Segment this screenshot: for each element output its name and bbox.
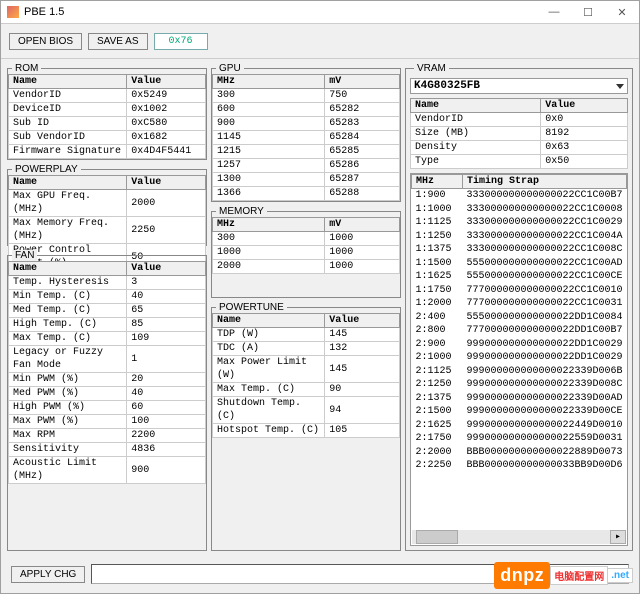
- list-item[interactable]: 1:900333000000000000022CC1C00B7: [412, 189, 627, 203]
- chevron-down-icon: [616, 84, 624, 89]
- minimize-button[interactable]: —: [537, 1, 571, 23]
- list-item[interactable]: 1:2000777000000000000022CC1C0031: [412, 297, 627, 311]
- horizontal-scrollbar[interactable]: ▸: [412, 530, 626, 544]
- timing-strap-list[interactable]: MHzTiming Strap1:900333000000000000022CC…: [410, 173, 628, 546]
- save-as-button[interactable]: SAVE AS: [88, 33, 148, 50]
- apply-button[interactable]: APPLY CHG: [11, 566, 85, 583]
- table-row[interactable]: Sensitivity4836: [9, 443, 206, 457]
- table-row[interactable]: Min PWM (%)20: [9, 373, 206, 387]
- table-row[interactable]: Sub ID0xC580: [9, 117, 206, 131]
- table-row[interactable]: Med Temp. (C)65: [9, 304, 206, 318]
- table-row[interactable]: VendorID0x5249: [9, 89, 206, 103]
- list-item[interactable]: 1:1500555000000000000022CC1C00AD: [412, 257, 627, 271]
- fan-group: FAN NameValueTemp. Hysteresis3Min Temp. …: [7, 250, 207, 551]
- table-row[interactable]: Firmware Signature0x4D4F5441: [9, 145, 206, 159]
- table-row[interactable]: Max Memory Freq. (MHz)2250: [9, 217, 206, 244]
- toolbar: OPEN BIOS SAVE AS 0x76: [1, 24, 639, 59]
- table-row[interactable]: Size (MB)8192: [411, 127, 628, 141]
- content-area: ROM NameValueVendorID0x5249DeviceID0x100…: [1, 59, 639, 555]
- table-row[interactable]: Min Temp. (C)40: [9, 290, 206, 304]
- table-row[interactable]: High Temp. (C)85: [9, 318, 206, 332]
- fan-table[interactable]: NameValueTemp. Hysteresis3Min Temp. (C)4…: [8, 261, 206, 484]
- strap-table: MHzTiming Strap1:900333000000000000022CC…: [411, 174, 627, 473]
- memory-group: MEMORY MHzmV30010001000100020001000: [211, 206, 401, 298]
- rom-table[interactable]: NameValueVendorID0x5249DeviceID0x1002Sub…: [8, 74, 206, 159]
- list-item[interactable]: 2:1375999000000000000022339D00AD: [412, 392, 627, 406]
- table-row[interactable]: Shutdown Temp. (C)94: [213, 397, 400, 424]
- powerplay-group: POWERPLAY NameValueMax GPU Freq. (MHz)20…: [7, 164, 207, 246]
- table-row[interactable]: Med PWM (%)40: [9, 387, 206, 401]
- table-row[interactable]: 136665288: [213, 187, 400, 201]
- table-row[interactable]: High PWM (%)60: [9, 401, 206, 415]
- list-item[interactable]: 2:800777000000000000022DD1C00B7: [412, 324, 627, 338]
- app-window: PBE 1.5 — ☐ ✕ OPEN BIOS SAVE AS 0x76 ROM…: [0, 0, 640, 594]
- list-item[interactable]: 2:1000999000000000000022DD1C0029: [412, 351, 627, 365]
- powertune-group: POWERTUNE NameValueTDP (W)145TDC (A)132M…: [211, 302, 401, 551]
- scroll-arrow-icon[interactable]: ▸: [610, 530, 626, 544]
- list-item[interactable]: 2:1750999000000000000022559D0031: [412, 432, 627, 446]
- gpu-group: GPU MHzmV3007506006528290065283114565284…: [211, 63, 401, 202]
- table-row[interactable]: Max Temp. (C)109: [9, 332, 206, 346]
- table-row[interactable]: 3001000: [213, 232, 400, 246]
- list-item[interactable]: 2:400555000000000000022DD1C0084: [412, 311, 627, 325]
- table-row[interactable]: Max GPU Freq. (MHz)2000: [9, 190, 206, 217]
- list-item[interactable]: 1:1000333000000000000022CC1C0008: [412, 203, 627, 217]
- table-row[interactable]: Max RPM2200: [9, 429, 206, 443]
- list-item[interactable]: 2:2250BBB000000000000033BB9D00D6: [412, 459, 627, 473]
- vram-group: VRAM K4G80325FB NameValueVendorID0x0Size…: [405, 63, 633, 551]
- open-bios-button[interactable]: OPEN BIOS: [9, 33, 82, 50]
- table-row[interactable]: 10001000: [213, 246, 400, 260]
- table-row[interactable]: 20001000: [213, 260, 400, 274]
- table-row[interactable]: 60065282: [213, 103, 400, 117]
- list-item[interactable]: 2:1125999000000000000022339D006B: [412, 365, 627, 379]
- table-row[interactable]: TDC (A)132: [213, 342, 400, 356]
- table-row[interactable]: VendorID0x0: [411, 113, 628, 127]
- list-item[interactable]: 1:1125333000000000000022CC1C0029: [412, 216, 627, 230]
- window-title: PBE 1.5: [24, 6, 64, 18]
- list-item[interactable]: 2:1250999000000000000022339D008C: [412, 378, 627, 392]
- titlebar: PBE 1.5 — ☐ ✕: [1, 1, 639, 24]
- table-row[interactable]: 121565285: [213, 145, 400, 159]
- list-item[interactable]: 2:2000BBB000000000000022889D0073: [412, 446, 627, 460]
- list-item[interactable]: 2:1500999000000000000022339D00CE: [412, 405, 627, 419]
- vram-table[interactable]: NameValueVendorID0x0Size (MB)8192Density…: [410, 98, 628, 169]
- table-row[interactable]: 130065287: [213, 173, 400, 187]
- watermark-logo: dnpz 电脑配置网.net: [494, 562, 633, 589]
- table-row[interactable]: 114565284: [213, 131, 400, 145]
- app-icon: [7, 6, 19, 18]
- scroll-thumb[interactable]: [416, 530, 458, 544]
- table-row[interactable]: 125765286: [213, 159, 400, 173]
- table-row[interactable]: 90065283: [213, 117, 400, 131]
- table-row[interactable]: Temp. Hysteresis3: [9, 276, 206, 290]
- table-row[interactable]: Legacy or Fuzzy Fan Mode1: [9, 346, 206, 373]
- hex-input[interactable]: 0x76: [154, 33, 208, 50]
- list-item[interactable]: 1:1250333000000000000022CC1C004A: [412, 230, 627, 244]
- table-row[interactable]: Max Power Limit (W)145: [213, 356, 400, 383]
- vram-select[interactable]: K4G80325FB: [410, 78, 628, 94]
- maximize-button[interactable]: ☐: [571, 1, 605, 23]
- table-row[interactable]: Max Temp. (C)90: [213, 383, 400, 397]
- table-row[interactable]: DeviceID0x1002: [9, 103, 206, 117]
- list-item[interactable]: 2:900999000000000000022DD1C0029: [412, 338, 627, 352]
- powertune-table[interactable]: NameValueTDP (W)145TDC (A)132Max Power L…: [212, 313, 400, 438]
- table-row[interactable]: Max PWM (%)100: [9, 415, 206, 429]
- rom-group: ROM NameValueVendorID0x5249DeviceID0x100…: [7, 63, 207, 160]
- table-row[interactable]: Sub VendorID0x1682: [9, 131, 206, 145]
- table-row[interactable]: 300750: [213, 89, 400, 103]
- memory-table[interactable]: MHzmV30010001000100020001000: [212, 217, 400, 274]
- list-item[interactable]: 2:1625999000000000000022449D0010: [412, 419, 627, 433]
- gpu-table[interactable]: MHzmV30075060065282900652831145652841215…: [212, 74, 400, 201]
- table-row[interactable]: TDP (W)145: [213, 328, 400, 342]
- list-item[interactable]: 1:1375333000000000000022CC1C008C: [412, 243, 627, 257]
- list-item[interactable]: 1:1750777000000000000022CC1C0010: [412, 284, 627, 298]
- table-row[interactable]: Type0x50: [411, 155, 628, 169]
- close-button[interactable]: ✕: [605, 1, 639, 23]
- table-row[interactable]: Density0x63: [411, 141, 628, 155]
- list-item[interactable]: 1:1625555000000000000022CC1C00CE: [412, 270, 627, 284]
- table-row[interactable]: Hotspot Temp. (C)105: [213, 424, 400, 438]
- table-row[interactable]: Acoustic Limit (MHz)900: [9, 457, 206, 484]
